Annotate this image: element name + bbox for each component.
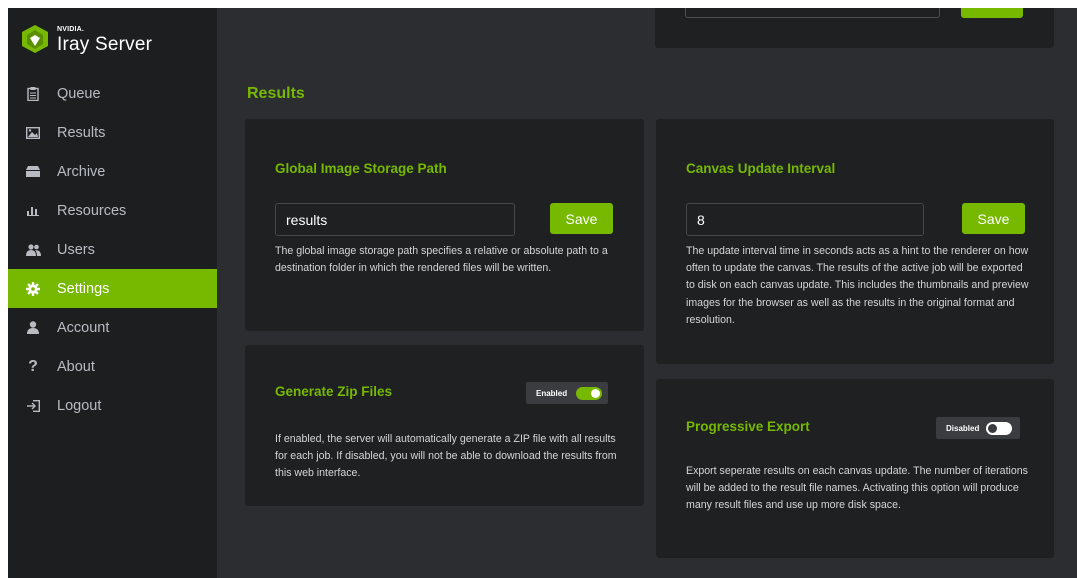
canvas-interval-save-button[interactable]: Save [962, 203, 1025, 234]
sidebar-item-logout[interactable]: Logout [8, 386, 217, 425]
sidebar-item-label: Settings [57, 280, 110, 297]
sidebar-item-label: About [57, 358, 95, 375]
canvas-interval-title: Canvas Update Interval [686, 161, 836, 176]
sidebar-item-label: Resources [57, 202, 127, 219]
zip-files-title: Generate Zip Files [275, 384, 393, 399]
sidebar-item-label: Account [57, 319, 110, 336]
sidebar: NVIDIA. Iray Server Queue Results Archiv… [8, 8, 217, 578]
zip-files-card: Generate Zip Files Enabled If enabled, t… [245, 345, 644, 506]
sidebar-item-about[interactable]: ? About [8, 347, 217, 386]
main-content: 20 Results Global Image Storage Path Sav… [217, 8, 1077, 578]
users-icon [25, 242, 41, 258]
previous-setting-card: 20 [655, 8, 1054, 48]
user-icon [25, 320, 41, 336]
previous-setting-input[interactable]: 20 [685, 8, 940, 18]
zip-files-toggle-label: Enabled [536, 388, 568, 398]
sidebar-item-label: Logout [57, 397, 102, 414]
previous-setting-value: 20 [698, 8, 709, 10]
sidebar-item-resources[interactable]: Resources [8, 191, 217, 230]
progressive-export-card: Progressive Export Disabled Export seper… [656, 379, 1054, 558]
previous-save-button[interactable] [961, 8, 1023, 18]
storage-path-card: Global Image Storage Path Save The globa… [245, 119, 644, 331]
toggle-knob [988, 424, 997, 433]
zip-files-toggle[interactable]: Enabled [526, 382, 608, 404]
storage-path-title: Global Image Storage Path [275, 161, 447, 176]
canvas-interval-card: Canvas Update Interval Save The update i… [656, 119, 1054, 364]
logo: NVIDIA. Iray Server [20, 22, 210, 58]
sidebar-item-settings[interactable]: Settings [8, 269, 217, 308]
canvas-interval-input[interactable] [686, 203, 924, 236]
progressive-export-title: Progressive Export [686, 419, 810, 434]
progressive-export-toggle[interactable]: Disabled [936, 417, 1020, 439]
progressive-export-description: Export seperate results on each canvas u… [686, 465, 1028, 512]
sidebar-item-label: Archive [57, 163, 106, 180]
sidebar-item-results[interactable]: Results [8, 113, 217, 152]
gear-icon [25, 281, 41, 297]
section-title-results: Results [247, 85, 305, 102]
archive-icon [25, 164, 41, 180]
sidebar-item-label: Users [57, 241, 95, 258]
sidebar-nav: Queue Results Archive Resources Users Se… [8, 74, 217, 425]
logo-vendor: NVIDIA. [57, 26, 85, 33]
toggle-switch-off [986, 422, 1012, 435]
toggle-switch-on [576, 387, 602, 400]
logo-product: Iray Server [57, 34, 153, 55]
question-icon: ? [28, 357, 38, 375]
logout-icon [25, 398, 41, 414]
clipboard-icon [25, 86, 41, 102]
sidebar-item-queue[interactable]: Queue [8, 74, 217, 113]
nvidia-logo-icon [22, 25, 48, 53]
app-window: NVIDIA. Iray Server Queue Results Archiv… [8, 8, 1077, 578]
sidebar-item-archive[interactable]: Archive [8, 152, 217, 191]
image-icon [25, 125, 41, 141]
toggle-knob [591, 389, 600, 398]
storage-path-save-button[interactable]: Save [550, 203, 613, 234]
progressive-export-toggle-label: Disabled [946, 423, 980, 433]
sidebar-item-users[interactable]: Users [8, 230, 217, 269]
canvas-interval-description: The update interval time in seconds acts… [686, 245, 1029, 326]
zip-files-description: If enabled, the server will automaticall… [275, 433, 617, 480]
bar-chart-icon [25, 203, 41, 219]
sidebar-item-account[interactable]: Account [8, 308, 217, 347]
storage-path-input[interactable] [275, 203, 515, 236]
sidebar-item-label: Results [57, 124, 106, 141]
storage-path-description: The global image storage path specifies … [275, 245, 608, 275]
sidebar-item-label: Queue [57, 85, 101, 102]
